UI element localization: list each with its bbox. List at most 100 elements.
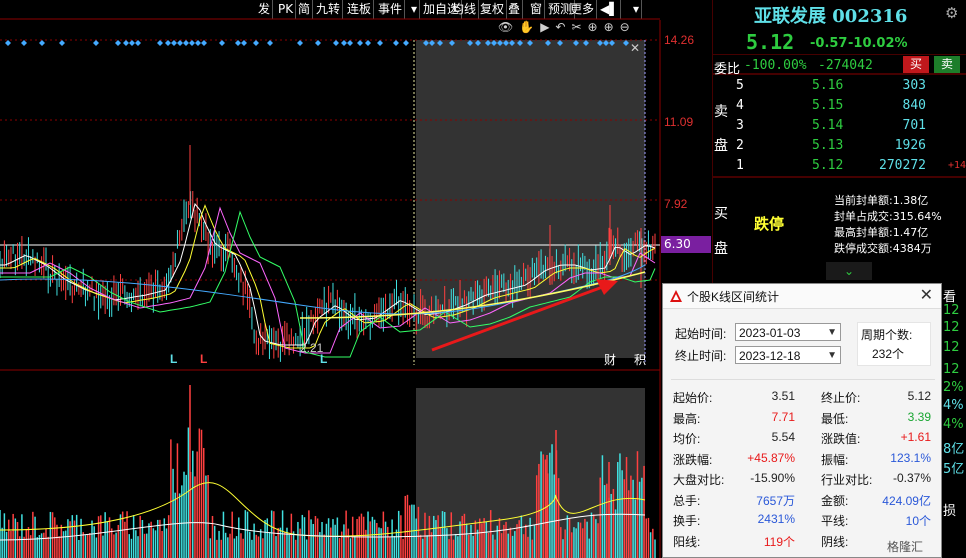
stat-value: 5.12 xyxy=(907,389,931,403)
sell-side-label-1: 卖 xyxy=(714,104,728,120)
weibi-diff: -274042 xyxy=(818,58,873,73)
event-diamond xyxy=(183,40,189,46)
event-diamond xyxy=(129,40,135,46)
buy-side-label-2: 盘 xyxy=(714,241,728,257)
stock-code: 002316 xyxy=(832,6,908,27)
chart-tool-icon-2[interactable]: ▶ xyxy=(540,20,549,34)
kline-chart[interactable]: 14.2611.097.922.21L L L 财积✕ xyxy=(0,0,713,558)
trading-app: 发 PK 简九转 连板 事件 ▾ 加自选 均线 复权叠窗预测 更多 ◀▌ ▾ 14.26 11.09 7.… xyxy=(0,0,966,558)
start-date-value: 2023-01-03 xyxy=(739,326,801,340)
stat-label: 大盘对比: xyxy=(673,473,725,487)
stat-value: +1.61 xyxy=(900,430,931,444)
stat-label: 金额: xyxy=(821,493,849,508)
event-diamond xyxy=(333,40,339,46)
chart-tool-icon-7[interactable]: ⊖ xyxy=(620,20,630,34)
chart-tool-icon-5[interactable]: ⊕ xyxy=(588,20,598,34)
event-diamond xyxy=(195,40,201,46)
expand-chevron-icon[interactable]: ⌄ xyxy=(826,262,872,280)
event-diamond xyxy=(171,40,177,46)
end-time-label: 终止时间: xyxy=(675,349,727,363)
chart-tool-icon-0[interactable]: 👁 xyxy=(498,20,513,34)
buy-button[interactable]: 买 xyxy=(903,56,929,73)
sell-button[interactable]: 卖 xyxy=(934,56,960,73)
event-diamond xyxy=(93,40,99,46)
chevron-down-icon: ▼ xyxy=(827,327,837,338)
stat-value: 2431% xyxy=(757,512,795,526)
ask-price: 5.16 xyxy=(812,78,844,93)
ask-level: 1 xyxy=(736,158,744,173)
chart-tool-icon-4[interactable]: ✂ xyxy=(571,20,581,34)
stat-label: 涨跌值: xyxy=(821,432,861,446)
stat-label: 涨跌幅: xyxy=(673,452,713,467)
seal-label: 跌停成交额: xyxy=(834,242,893,255)
price-tick: 14.26 xyxy=(664,33,694,47)
chart-tool-icon-1[interactable]: ✋ xyxy=(519,20,534,34)
chart-tool-icon-6[interactable]: ⊕ xyxy=(604,20,614,34)
chevron-down-icon: ▼ xyxy=(827,350,837,361)
stat-value: 5.54 xyxy=(771,430,795,444)
marker-label: L xyxy=(200,352,207,366)
gear-icon[interactable]: ⚙ xyxy=(945,4,958,22)
price-tick: 11.09 xyxy=(664,115,693,129)
weibi-label: 委比 xyxy=(714,62,741,77)
end-date-select[interactable]: 2023-12-18 ▼ xyxy=(735,346,841,364)
seal-row: 跌停成交额:4384万 xyxy=(834,240,932,256)
ask-level: 4 xyxy=(736,98,744,113)
marker-label: L xyxy=(320,352,327,366)
ask-volume: 1926 xyxy=(894,138,926,153)
divider xyxy=(671,379,935,380)
ask-level: 3 xyxy=(736,118,744,133)
ask-volume: 701 xyxy=(902,118,926,133)
interval-stats-dialog: 个股K线区间统计 ✕ 起始时间: 2023-01-03 ▼ 终止时间: 2023-… xyxy=(662,283,942,558)
sell-side-label-2: 盘 xyxy=(714,138,728,154)
event-diamond xyxy=(201,40,207,46)
side-partial-value: 12 xyxy=(943,303,960,318)
stat-value: -15.90% xyxy=(750,471,795,485)
ask-price: 5.12 xyxy=(812,158,844,173)
seal-value: 1.38亿 xyxy=(892,194,929,207)
weibi-pct: -100.00% xyxy=(744,58,807,73)
seal-value: 315.64% xyxy=(892,210,942,223)
chart-tools: 👁 ✋ ▶ ↶ ✂ ⊕ ⊕ ⊖ xyxy=(498,20,636,38)
event-diamond xyxy=(253,40,259,46)
event-diamond xyxy=(267,40,273,46)
dialog-title: 个股K线区间统计 xyxy=(687,290,780,304)
seal-value: 4384万 xyxy=(892,242,932,255)
start-date-select[interactable]: 2023-01-03 ▼ xyxy=(735,323,841,341)
stat-value: 424.09亿 xyxy=(882,493,931,508)
stat-label: 起始价: xyxy=(673,391,713,405)
side-partial-value: 4% xyxy=(943,417,964,432)
seal-label: 最高封单额: xyxy=(834,226,893,239)
stat-label: 振幅: xyxy=(821,452,849,467)
ask-price: 5.15 xyxy=(812,98,844,113)
chart-tool-icon-3[interactable]: ↶ xyxy=(555,20,565,34)
side-partial-value: 2% xyxy=(943,380,964,395)
stat-value: +45.87% xyxy=(747,450,795,465)
seal-row: 封单占成交:315.64% xyxy=(834,208,942,224)
seal-value: 1.47亿 xyxy=(892,226,929,239)
start-time-label: 起始时间: xyxy=(675,327,727,341)
stat-value: 3.39 xyxy=(907,409,931,424)
event-diamond xyxy=(403,40,409,46)
ask-level: 2 xyxy=(736,138,744,153)
event-diamond xyxy=(341,40,347,46)
event-diamond xyxy=(235,40,241,46)
stat-label: 总手: xyxy=(673,493,701,508)
close-icon[interactable]: ✕ xyxy=(920,285,933,305)
watermark: 格隆汇 xyxy=(887,540,924,554)
limit-status: 跌停 xyxy=(754,215,785,233)
stat-label: 阳线: xyxy=(673,534,701,549)
event-diamond xyxy=(115,40,121,46)
stat-label: 平线: xyxy=(821,514,849,528)
event-diamond xyxy=(297,40,303,46)
side-partial-value: 12 xyxy=(943,340,960,355)
ask-volume: 303 xyxy=(902,78,926,93)
ask-price: 5.13 xyxy=(812,138,844,153)
event-diamond xyxy=(393,40,399,46)
event-diamond xyxy=(165,40,171,46)
buy-side-label-1: 买 xyxy=(714,206,728,222)
stat-label: 均价: xyxy=(673,432,701,446)
side-partial-value: 损 xyxy=(943,504,957,519)
event-diamond xyxy=(219,40,225,46)
ask-price: 5.14 xyxy=(812,118,844,133)
